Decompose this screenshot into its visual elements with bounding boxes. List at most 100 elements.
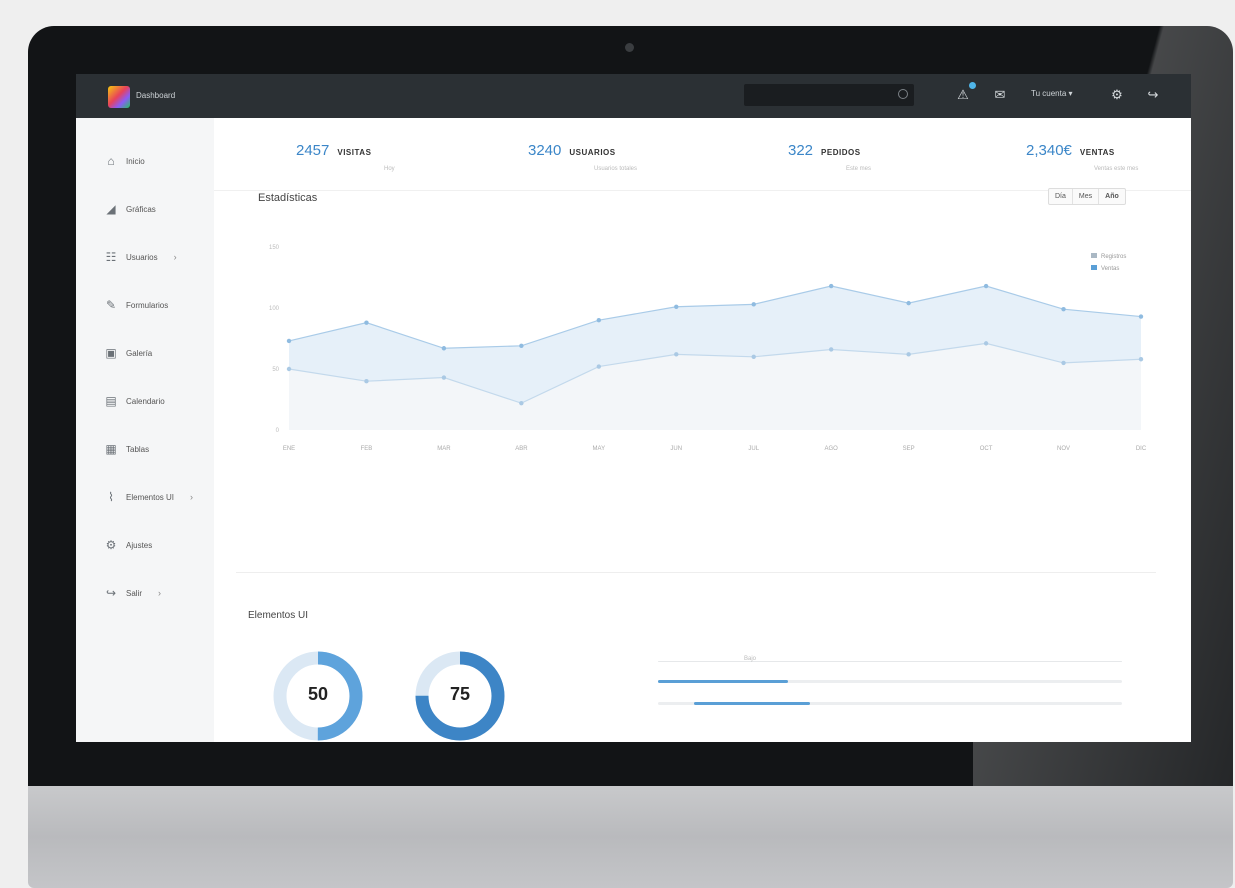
screen: Dashboard ⚠ ✉ Tu cuenta ▾ ⚙ ↪ ⌂ Inicio ◢ Gr… <box>76 74 1191 742</box>
x-tick-label: SEP <box>903 446 915 452</box>
calendar-icon: ▤ <box>105 394 117 408</box>
progress-bar <box>658 680 1122 683</box>
search-input[interactable] <box>752 84 896 108</box>
range-selector: Día Mes Año <box>1048 188 1126 205</box>
sidebar-item-label: Elementos UI <box>126 492 175 502</box>
sidebar-item[interactable]: ▣ Galería <box>104 344 152 362</box>
y-tick-label: 100 <box>269 306 280 312</box>
stat-label: USUARIOS <box>569 148 616 157</box>
stat-sub: Ventas este mes <box>1094 166 1139 172</box>
data-point <box>1138 314 1144 319</box>
stats-chart: 0 50 100 150 ENE FEB MAR ABR MAY JUN JUL AGO SEP OCT N… <box>269 245 1147 452</box>
data-point <box>596 318 602 323</box>
x-tick-label: JUN <box>670 446 682 452</box>
tag-icon: ⌇ <box>108 490 114 504</box>
stat-label: VISITAS <box>337 148 372 157</box>
x-tick-label: JUL <box>748 446 759 452</box>
data-point <box>828 283 834 289</box>
stat-pedidos: 322 PEDIDOS <box>788 142 861 159</box>
legend-swatch <box>1091 265 1097 270</box>
data-point <box>519 400 524 406</box>
alert-icon[interactable]: ⚠ <box>954 86 972 104</box>
sidebar-item[interactable]: ☷ Usuarios › <box>104 248 177 266</box>
sidebar-item[interactable]: ⌇ Elementos UI › <box>104 488 193 506</box>
stat-label: VENTAS <box>1079 148 1115 157</box>
ui-section-title: Elementos UI <box>248 610 309 621</box>
y-tick-label: 150 <box>269 245 280 251</box>
stat-value: 3240 <box>528 142 562 159</box>
sidebar-item-label: Galería <box>126 348 153 358</box>
stat-sub: Hoy <box>384 166 395 172</box>
sidebar-item[interactable]: ▦ Tablas <box>104 440 149 458</box>
sidebar-item[interactable]: ↪ Salir › <box>104 584 161 602</box>
data-point <box>1061 360 1066 366</box>
data-point <box>286 366 292 372</box>
progress-fill <box>694 702 810 705</box>
sidebar-item-label: Tablas <box>126 444 150 454</box>
settings-icon[interactable]: ⚙ <box>1108 86 1126 104</box>
camera <box>625 43 634 52</box>
data-point <box>364 320 369 325</box>
progress-label: Bajo <box>744 656 757 662</box>
range-month-button[interactable]: Mes <box>1073 189 1100 204</box>
data-point <box>1138 357 1144 362</box>
x-tick-label: MAR <box>437 446 451 452</box>
donut-chart: 50 <box>272 650 364 742</box>
search-icon[interactable] <box>898 89 908 99</box>
sidebar: ⌂ Inicio ◢ Gráficas ☷ Usuarios › ✎ Formularios ▣ G… <box>76 118 214 742</box>
data-point <box>674 304 679 309</box>
logo-text: Dashboard <box>136 91 176 100</box>
sidebar-item-label: Formularios <box>126 300 169 310</box>
chevron-icon: › <box>190 492 194 502</box>
home-icon: ⌂ <box>107 154 115 168</box>
sidebar-item[interactable]: ⚙ Ajustes <box>104 536 153 554</box>
y-tick-label: 50 <box>272 367 279 373</box>
sidebar-item-label: Usuarios <box>126 252 158 262</box>
x-tick-label: FEB <box>361 446 373 452</box>
stat-value: 322 <box>788 142 814 159</box>
logout-icon[interactable]: ↪ <box>1144 86 1162 104</box>
legend-swatch <box>1091 253 1097 258</box>
chart-icon: ◢ <box>106 202 116 216</box>
donut-value: 75 <box>449 684 471 704</box>
stats-row: 2457 VISITAS Hoy 3240 USUARIOS Usuarios … <box>214 118 1191 191</box>
sidebar-item[interactable]: ▤ Calendario <box>104 392 164 410</box>
sidebar-item[interactable]: ◢ Gráficas <box>104 200 156 218</box>
chevron-icon: › <box>158 588 162 598</box>
data-point <box>906 300 911 306</box>
sidebar-item-label: Salir <box>126 588 143 598</box>
legend-label: Registros <box>1101 254 1126 260</box>
logo-icon[interactable] <box>108 86 130 108</box>
sidebar-item[interactable]: ✎ Formularios <box>104 296 168 314</box>
range-year-button[interactable]: Año <box>1099 189 1125 204</box>
x-tick-label: DIC <box>1136 446 1147 452</box>
stat-value: 2457 <box>296 142 330 159</box>
sidebar-item-label: Inicio <box>126 156 145 166</box>
stat-visitas: 2457 VISITAS <box>296 142 371 159</box>
stat-sub: Este mes <box>846 166 872 172</box>
chevron-icon: › <box>173 252 177 262</box>
sidebar-item[interactable]: ⌂ Inicio <box>104 152 145 170</box>
x-tick-label: AGO <box>825 446 839 452</box>
range-day-button[interactable]: Día <box>1049 189 1073 204</box>
y-tick-label: 0 <box>276 428 280 434</box>
x-tick-label: MAY <box>593 446 606 452</box>
settings-icon: ⚙ <box>105 538 117 552</box>
users-icon: ☷ <box>105 250 117 264</box>
pencil-icon: ✎ <box>105 298 117 312</box>
sidebar-item-label: Ajustes <box>126 540 153 550</box>
mail-icon[interactable]: ✉ <box>991 86 1009 104</box>
monitor-chin <box>28 786 1233 888</box>
data-point <box>441 346 447 351</box>
progress-fill <box>658 680 788 683</box>
data-point <box>983 341 989 346</box>
search-box[interactable] <box>744 84 914 108</box>
data-point <box>364 379 369 384</box>
stat-usuarios: 3240 USUARIOS <box>528 142 616 159</box>
x-tick-label: ABR <box>515 446 528 452</box>
user-menu[interactable]: Tu cuenta ▾ <box>1031 89 1073 98</box>
data-point <box>751 354 756 359</box>
sidebar-item-label: Gráficas <box>126 204 156 214</box>
x-tick-label: OCT <box>980 446 993 452</box>
data-point <box>596 364 602 369</box>
